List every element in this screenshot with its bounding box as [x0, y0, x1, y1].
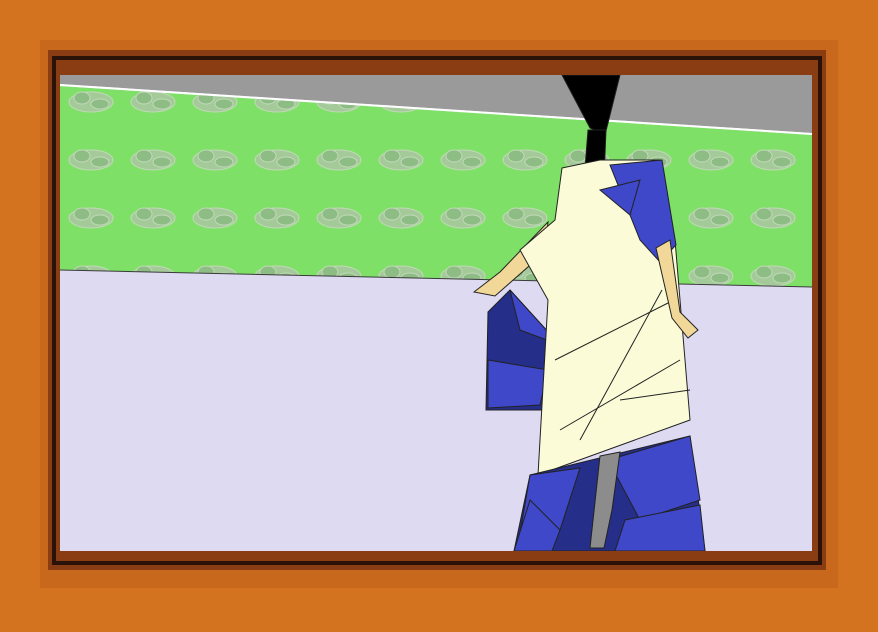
picture-content	[60, 75, 812, 551]
artwork-canvas	[0, 0, 878, 632]
